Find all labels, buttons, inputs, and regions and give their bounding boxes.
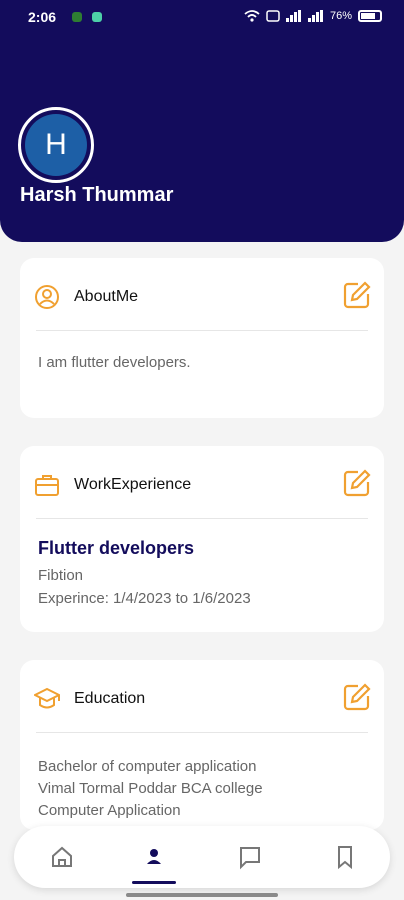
work-company: Fibtion xyxy=(38,567,84,584)
notification-dot-icon xyxy=(72,12,82,22)
profile-name: Harsh Thummar xyxy=(20,184,174,206)
avatar-ring[interactable]: H xyxy=(18,107,94,183)
about-title: AboutMe xyxy=(74,288,139,305)
edit-about-button[interactable] xyxy=(342,280,372,310)
work-title: WorkExperience xyxy=(74,476,192,493)
status-time: 2:06 xyxy=(28,9,57,25)
status-right-group: 76% xyxy=(244,10,382,22)
avatar: H xyxy=(25,114,87,176)
account-circle-icon xyxy=(35,285,59,309)
education-degree: Bachelor of computer application xyxy=(38,758,257,775)
battery-text: 76% xyxy=(329,10,352,22)
profile-header: 2:06 76% H Harsh Thummar xyxy=(0,0,404,242)
edit-work-button[interactable] xyxy=(342,468,372,498)
active-tab-indicator xyxy=(132,881,176,884)
briefcase-icon xyxy=(35,475,59,496)
work-divider xyxy=(36,518,368,519)
app-notification-icon xyxy=(92,12,102,22)
battery-icon xyxy=(358,10,382,22)
volte-icon xyxy=(266,10,280,22)
about-divider xyxy=(36,330,368,331)
education-field: Computer Application xyxy=(38,802,181,819)
bookmark-icon[interactable] xyxy=(330,842,360,872)
work-experience-dates: Experince: 1/4/2023 to 1/6/2023 xyxy=(38,590,251,607)
person-icon[interactable] xyxy=(139,842,169,872)
work-role: Flutter developers xyxy=(38,538,195,558)
edit-education-button[interactable] xyxy=(342,682,372,712)
education-college: Vimal Tormal Poddar BCA college xyxy=(38,780,263,797)
chat-icon[interactable] xyxy=(235,842,265,872)
wifi-icon xyxy=(244,10,260,22)
signal-icon-2 xyxy=(307,10,324,22)
signal-icon xyxy=(285,10,302,22)
work-card: WorkExperience Flutter developers Fibtio… xyxy=(20,446,384,632)
education-divider xyxy=(36,732,368,733)
status-bar: 2:06 76% xyxy=(0,0,404,36)
about-text: I am flutter developers. xyxy=(38,354,191,371)
education-card: Education Bachelor of computer applicati… xyxy=(20,660,384,830)
bottom-nav xyxy=(14,826,390,888)
school-icon xyxy=(34,687,60,709)
education-title: Education xyxy=(74,690,146,707)
home-icon[interactable] xyxy=(47,842,77,872)
about-card: AboutMe I am flutter developers. xyxy=(20,258,384,418)
gesture-bar xyxy=(126,893,278,897)
